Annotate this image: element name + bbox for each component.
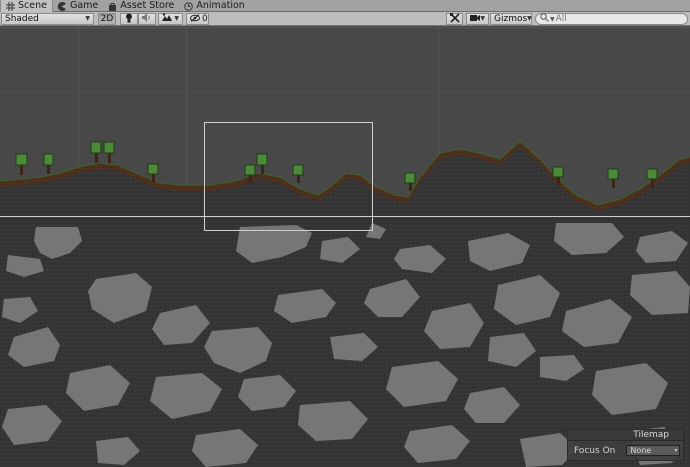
gizmos-dropdown[interactable]: Gizmos ▼ — [490, 13, 532, 25]
scene-search-field[interactable]: ▼ All — [535, 13, 688, 25]
tab-game[interactable]: Game — [53, 0, 103, 12]
shading-mode-dropdown[interactable]: Shaded ▼ — [1, 13, 94, 25]
store-bag-icon — [107, 1, 117, 11]
camera-icon — [470, 14, 480, 25]
2d-toggle-label: 2D — [100, 14, 114, 24]
tab-animation[interactable]: Animation — [179, 0, 249, 12]
tree-sprite — [15, 153, 28, 175]
hidden-objects-count: 0 — [202, 14, 208, 24]
focus-on-value: None — [630, 446, 652, 455]
focus-on-row: Focus On None ▾ — [568, 441, 683, 460]
tab-asset-store-label: Asset Store — [120, 0, 175, 11]
lighting-toggle-button[interactable] — [120, 13, 138, 25]
tilemap-panel-title: Tilemap — [568, 430, 683, 441]
focus-on-label: Focus On — [574, 445, 616, 456]
crossed-tools-icon — [449, 12, 460, 26]
lightbulb-icon — [125, 13, 133, 26]
eye-slash-icon — [190, 13, 200, 25]
scene-editor-window: Scene Game Asset Store Animation Shaded … — [0, 0, 690, 467]
chevron-down-icon: ▼ — [174, 15, 179, 22]
tab-scene[interactable]: Scene — [0, 0, 53, 12]
scene-toolbar: Shaded ▼ 2D ▼ 0 ▼ Gizmos ▼ ▼ All — [0, 12, 690, 26]
tools-button[interactable] — [446, 12, 463, 26]
landscape-effects-icon — [162, 13, 172, 25]
chevron-down-icon: ▼ — [85, 15, 90, 22]
focus-on-dropdown[interactable]: None ▾ — [626, 445, 681, 456]
gizmos-label: Gizmos — [494, 14, 528, 24]
tab-asset-store[interactable]: Asset Store — [103, 0, 179, 12]
chevron-down-icon: ▼ — [550, 15, 555, 23]
tab-animation-label: Animation — [196, 0, 245, 11]
chevron-down-icon: ▼ — [480, 15, 485, 22]
search-icon — [540, 13, 549, 25]
shading-mode-value: Shaded — [5, 14, 39, 24]
tab-game-label: Game — [69, 0, 99, 11]
grid-icon — [5, 1, 15, 11]
pacman-icon — [57, 1, 67, 11]
tree-sprite — [607, 168, 619, 188]
hidden-objects-toggle[interactable]: 0 — [186, 13, 209, 25]
tilemap-scene-canvas — [0, 27, 690, 467]
chevron-updown-icon: ▾ — [674, 447, 678, 454]
tree-sprite — [256, 153, 268, 174]
chevron-down-icon: ▼ — [527, 15, 532, 22]
2d-toggle-button[interactable]: 2D — [98, 13, 116, 25]
audio-toggle-button[interactable] — [138, 13, 156, 25]
tree-sprite — [292, 164, 304, 183]
tilemap-overlay-panel: Tilemap Focus On None ▾ — [567, 429, 684, 461]
speaker-icon — [142, 13, 152, 25]
camera-settings-dropdown[interactable]: ▼ — [466, 13, 489, 25]
tree-sprite — [43, 153, 54, 174]
tree-sprite — [103, 141, 115, 163]
animation-clock-icon — [183, 1, 193, 11]
tab-scene-label: Scene — [18, 0, 47, 11]
effects-dropdown[interactable]: ▼ — [158, 13, 183, 25]
search-placeholder: All — [555, 14, 567, 24]
editor-tab-bar: Scene Game Asset Store Animation — [0, 0, 690, 12]
scene-viewport[interactable]: Tilemap Focus On None ▾ — [0, 27, 690, 467]
tree-sprite — [90, 141, 102, 163]
